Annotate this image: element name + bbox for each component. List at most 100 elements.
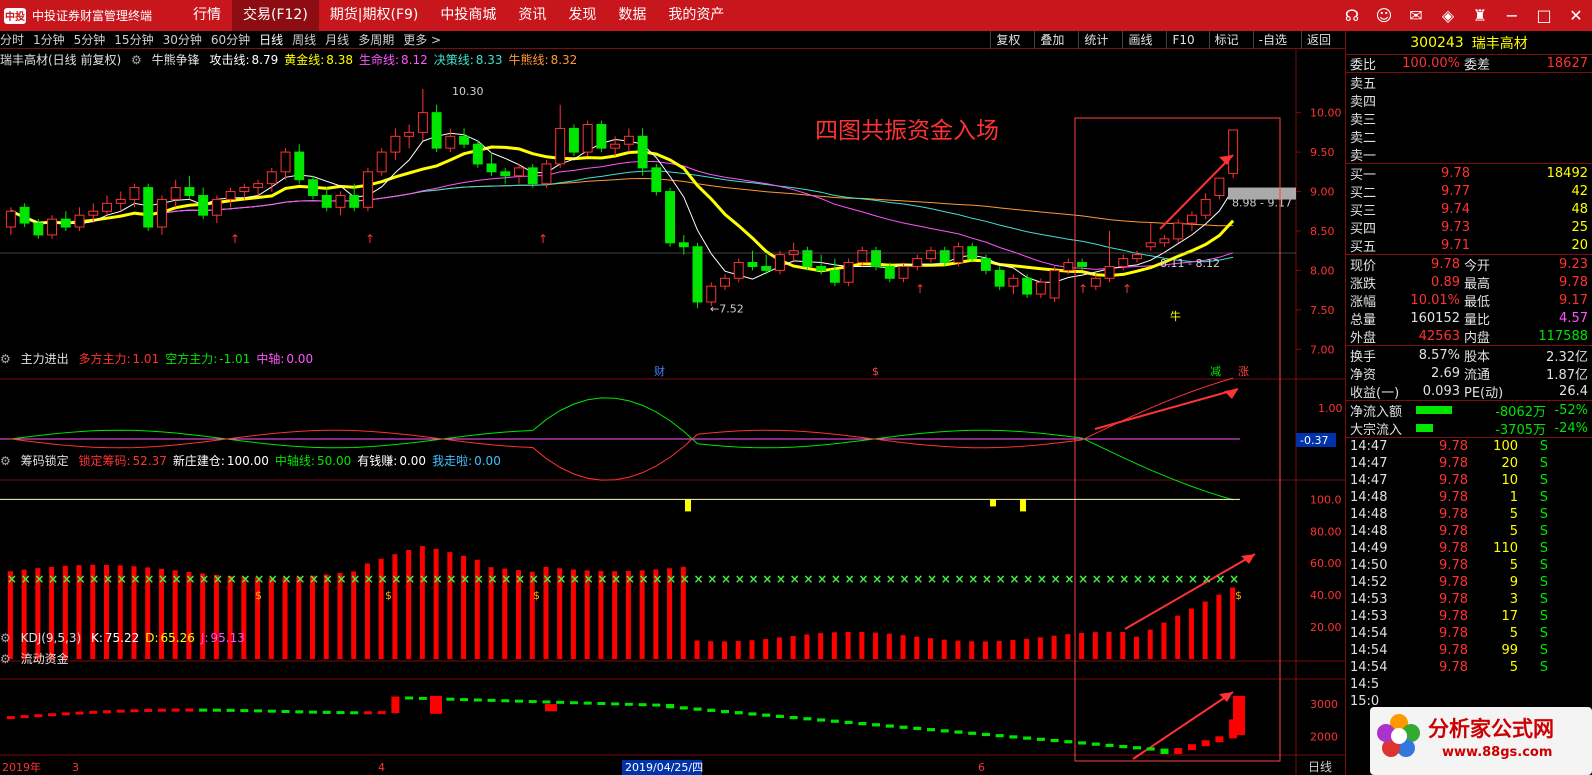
fund-bar	[583, 701, 592, 705]
mail-icon[interactable]: ✉	[1400, 6, 1432, 25]
user-icon[interactable]: ☺	[1368, 6, 1400, 25]
close-icon[interactable]: ✕	[1560, 6, 1592, 25]
tool-3[interactable]: 画线	[1122, 31, 1157, 49]
y-tick-label: 10.00	[1310, 107, 1342, 120]
menu-item-0[interactable]: 行情	[182, 0, 232, 31]
panel3-name[interactable]: 筹码锁定	[21, 454, 69, 468]
fund-bar	[363, 711, 372, 715]
panel2-values: 多方主力: 1.01 空方主力: -1.01 中轴: 0.00	[78, 352, 319, 366]
midline-marker: ×	[968, 572, 978, 586]
settings-icon[interactable]: ⚙	[0, 631, 11, 645]
fund-bar	[1201, 740, 1210, 747]
fund-bar	[762, 713, 771, 717]
tick-volume: 5	[1509, 524, 1518, 539]
timeframe-9[interactable]: 多周期	[358, 31, 394, 48]
settings-icon[interactable]: ⚙	[0, 454, 11, 468]
maximize-icon[interactable]: □	[1528, 6, 1560, 25]
bid-row[interactable]: 买五 9.71 20	[1346, 236, 1592, 255]
bid-row[interactable]: 买二 9.77 42	[1346, 182, 1592, 201]
menu-item-5[interactable]: 发现	[557, 0, 607, 31]
tick-price: 9.78	[1439, 541, 1468, 556]
midline-marker: ×	[1078, 572, 1088, 586]
menu-item-1[interactable]: 交易(F12)	[232, 0, 319, 31]
stat-row: 涨跌 0.89 最高 9.78	[1346, 273, 1592, 292]
minimize-icon[interactable]: −	[1496, 6, 1528, 25]
timeframe-4[interactable]: 30分钟	[163, 31, 202, 48]
bid-volume: 20	[1571, 237, 1588, 253]
bid-row[interactable]: 买一 9.78 18492	[1346, 164, 1592, 183]
candle-body	[761, 265, 772, 271]
event-mark: 减	[1210, 365, 1221, 378]
timeframe-8[interactable]: 月线	[325, 31, 349, 48]
tool-5[interactable]: 标记	[1208, 31, 1244, 49]
lock-bar	[1188, 608, 1194, 659]
candle-body	[514, 167, 524, 177]
fund-bar	[171, 708, 180, 712]
candle-body	[1145, 242, 1156, 248]
timeframe-6[interactable]: 日线	[259, 31, 283, 48]
fund-bar	[748, 712, 757, 716]
candle-body	[623, 135, 634, 145]
bid-row[interactable]: 买三 9.74 48	[1346, 200, 1592, 219]
menu-item-4[interactable]: 资讯	[507, 0, 557, 31]
shirt-icon[interactable]: ♜	[1464, 6, 1496, 25]
tool-7[interactable]: 返回	[1300, 31, 1336, 49]
panel5-name[interactable]: 流动资金	[21, 652, 69, 666]
menu-item-6[interactable]: 数据	[607, 0, 657, 31]
timeframe-3[interactable]: 15分钟	[114, 31, 153, 48]
tool-6[interactable]: -自选	[1252, 31, 1292, 49]
box-icon[interactable]: ◈	[1432, 6, 1464, 25]
timeframe-1[interactable]: 1分钟	[33, 31, 65, 48]
tool-4[interactable]: F10	[1166, 31, 1199, 49]
tick-side: S	[1539, 609, 1548, 624]
kline-chart[interactable]: 10.00 9.50 9.00 8.50 8.00 7.50 7.00 10.30 ←7.52 8…	[0, 31, 1345, 775]
indicator-name[interactable]: 牛熊争锋	[152, 53, 200, 67]
timeframe-0[interactable]: 分时	[0, 31, 24, 48]
settings-icon[interactable]: ⚙	[0, 652, 11, 666]
settings-icon[interactable]: ⚙	[131, 53, 142, 67]
date-cursor-label: 2019/04/25/四	[625, 761, 703, 774]
candle-body	[184, 187, 195, 196]
tick-row: 14:49 9.78 110 S	[1346, 540, 1592, 557]
tool-2[interactable]: 统计	[1078, 31, 1113, 49]
fund-bar	[858, 722, 867, 726]
ask-label: 卖五	[1350, 76, 1377, 92]
stat-value: 26.4	[1559, 383, 1588, 399]
midline-marker: ×	[48, 572, 58, 586]
timeframe-2[interactable]: 5分钟	[74, 31, 106, 48]
midline-marker: ×	[900, 572, 910, 586]
y-tick-label: 2000	[1310, 731, 1338, 744]
timeframe-5[interactable]: 60分钟	[211, 31, 250, 48]
bid-list: 买一 9.78 18492 买二 9.77 42 买三 9.74 48 买四 9.73 25 买五 9.7…	[1346, 163, 1592, 255]
menu-item-3[interactable]: 中投商城	[429, 0, 507, 31]
midline-marker: ×	[62, 572, 72, 586]
tick-time: 14:48	[1350, 507, 1388, 522]
ask-label: 卖二	[1350, 130, 1377, 146]
panel4-name[interactable]: KDJ(9,5,3)	[21, 631, 82, 645]
midline-marker: ×	[1215, 572, 1225, 586]
midline-marker: ×	[982, 572, 992, 586]
midline-marker: ×	[419, 572, 429, 586]
tick-price: 9.78	[1439, 473, 1468, 488]
tick-row: 14:5	[1346, 676, 1592, 693]
timeframe-10[interactable]: 更多 >	[403, 31, 441, 48]
menu-item-7[interactable]: 我的资产	[657, 0, 735, 31]
stat-label: 换手	[1350, 349, 1377, 365]
tick-price: 9.78	[1439, 609, 1468, 624]
fund-bar	[309, 710, 317, 714]
lock-bar	[419, 546, 425, 659]
panel2-name[interactable]: 主力进出	[21, 352, 69, 366]
bid-row[interactable]: 买四 9.73 25	[1346, 218, 1592, 237]
fund-bar	[981, 732, 990, 737]
stat-value: 9.78	[1431, 256, 1460, 272]
tool-0[interactable]: 复权	[990, 31, 1025, 49]
timeframe-7[interactable]: 周线	[292, 31, 316, 48]
midline-marker: ×	[1133, 572, 1143, 586]
headset-icon[interactable]: ☊	[1336, 6, 1368, 25]
tick-list[interactable]: 14:47 9.78 100 S 14:47 9.78 20 S 14:47 9.78 10 S 14:…	[1346, 437, 1592, 710]
tool-1[interactable]: 叠加	[1034, 31, 1069, 49]
indicator-value: 8.32	[550, 53, 578, 67]
menu-item-2[interactable]: 期货|期权(F9)	[319, 0, 430, 31]
indicator-value: 0.00	[474, 454, 501, 468]
settings-icon[interactable]: ⚙	[0, 352, 11, 366]
